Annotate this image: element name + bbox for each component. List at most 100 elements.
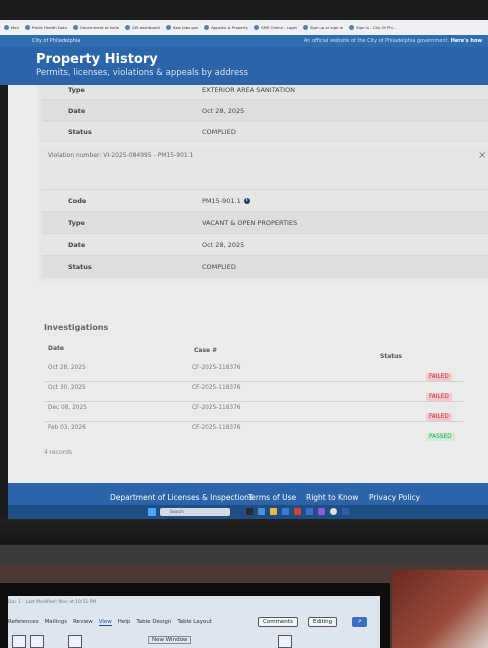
editing-button[interactable]: Editing	[308, 617, 338, 627]
bookmark[interactable]: Government of India	[72, 25, 119, 30]
table-row: Oct 28, 2025 CF-2025-118376 FAILED	[44, 361, 464, 382]
records-count: 4 records	[44, 449, 73, 456]
close-icon[interactable]: ×	[478, 150, 486, 161]
tab-review[interactable]: Review	[73, 619, 93, 626]
status-value: COMPLIED	[202, 263, 236, 271]
table-row: Oct 30, 2025 CF-2025-118376 FAILED	[44, 381, 464, 402]
bookmark-icon	[302, 25, 308, 30]
type-row: Type VACANT & OPEN PROPERTIES	[42, 211, 488, 234]
bookmark-icon	[24, 25, 30, 30]
edge-icon[interactable]	[258, 508, 265, 515]
bookmark[interactable]: Sign up or sign in	[302, 25, 343, 30]
footer-link-dept[interactable]: Department of Licenses & Inspections	[110, 493, 253, 502]
word-toolbar	[8, 632, 380, 648]
bookmark[interactable]: GMS Online - Login	[253, 25, 297, 30]
status-row: Status COMPLIED	[42, 255, 488, 278]
col-header-case[interactable]: Case #	[194, 347, 217, 354]
bookmark-icon	[4, 25, 9, 30]
status-badge: FAILED	[426, 413, 452, 421]
date-cell: Dec 08, 2025	[48, 405, 87, 411]
table-row: Dec 08, 2025 CF-2025-118376 FAILED	[44, 401, 464, 422]
status-label: Status	[68, 263, 92, 271]
desk-object	[392, 570, 488, 648]
bookmark-icon	[165, 25, 171, 30]
date-value: Oct 28, 2025	[202, 107, 245, 115]
type-row: Type EXTERIOR AREA SANITATION	[42, 79, 488, 101]
status-badge: FAILED	[426, 373, 452, 381]
web-layout-icon[interactable]	[30, 635, 44, 648]
col-header-status[interactable]: Status	[380, 353, 402, 360]
date-row: Date Oct 28, 2025	[42, 99, 488, 122]
tab-mailings[interactable]: Mailings	[45, 619, 68, 626]
word-icon[interactable]	[342, 508, 349, 515]
share-button[interactable]: ↗	[352, 617, 367, 627]
status-row: Status COMPLIED	[42, 120, 488, 143]
chrome-icon[interactable]	[330, 508, 337, 515]
tab-view[interactable]: View	[98, 619, 112, 626]
word-title: Doc 1 - Last Modified: Mon at 10:51 PM	[8, 600, 97, 605]
case-cell[interactable]: CF-2025-118376	[192, 405, 240, 411]
bookmark-icon	[349, 25, 355, 30]
status-badge: FAILED	[426, 393, 452, 401]
word-ribbon-tabs: References Mailings Review View Help Tab…	[8, 619, 212, 626]
type-value: EXTERIOR AREA SANITATION	[202, 86, 295, 94]
brand-link[interactable]: City of Philadelphia	[32, 38, 80, 44]
new-window-button[interactable]: New Window	[148, 636, 192, 644]
bookmark[interactable]: GIS dashboard	[124, 25, 160, 30]
official-site-strip: City of Philadelphia An official website…	[0, 35, 488, 47]
official-notice-link[interactable]: Here's how	[451, 38, 482, 44]
type-label: Type	[68, 219, 85, 227]
store-icon[interactable]	[282, 508, 289, 515]
date-cell: Oct 30, 2025	[48, 385, 86, 391]
outlook-icon[interactable]	[306, 508, 313, 515]
bookmark[interactable]: Mail	[4, 25, 19, 30]
bookmark[interactable]: Public Health Data	[24, 25, 67, 30]
code-label: Code	[68, 197, 87, 205]
case-cell[interactable]: CF-2025-118376	[192, 425, 240, 431]
monitor-stand	[0, 545, 488, 565]
app-icon[interactable]	[294, 508, 301, 515]
status-value: COMPLIED	[202, 128, 236, 136]
table-row: Feb 03, 2026 CF-2025-118376 PASSED	[44, 421, 464, 441]
window-icon[interactable]	[278, 635, 292, 648]
date-row: Date Oct 28, 2025	[42, 233, 488, 256]
page-subtitle: Permits, licenses, violations & appeals …	[36, 68, 249, 78]
case-cell[interactable]: CF-2025-118376	[192, 385, 240, 391]
bookmark[interactable]: New Jobs gov	[165, 25, 198, 30]
official-notice: An official website of the City of Phila…	[303, 38, 482, 44]
print-layout-icon[interactable]	[12, 635, 26, 648]
tab-table-design[interactable]: Table Design	[136, 619, 171, 626]
bookmarks-bar: Mail Public Health Data Government of In…	[0, 20, 488, 35]
violation-header[interactable]: Violation number: VI-2025-084995 - PM15-…	[48, 152, 193, 159]
type-value: VACANT & OPEN PROPERTIES	[202, 219, 298, 227]
tab-help[interactable]: Help	[118, 619, 131, 626]
page-title[interactable]: Property History	[36, 53, 488, 66]
code-row: Code PM15-901.1 i	[42, 189, 488, 212]
folder-icon[interactable]	[270, 508, 277, 515]
task-view-icon[interactable]	[246, 508, 253, 515]
teams-icon[interactable]	[318, 508, 325, 515]
date-value: Oct 28, 2025	[202, 241, 245, 249]
case-cell[interactable]: CF-2025-118376	[192, 365, 240, 371]
footer-link-terms[interactable]: Terms of Use	[248, 493, 296, 502]
taskbar-search[interactable]: Search	[160, 508, 230, 516]
comments-button[interactable]: Comments	[258, 617, 298, 627]
bookmark[interactable]: Sign in - City Of Phi...	[349, 25, 396, 30]
tab-references[interactable]: References	[8, 619, 39, 626]
word-window: Doc 1 - Last Modified: Mon at 10:51 PM R…	[8, 596, 380, 648]
bookmark[interactable]: Appeals & Property	[204, 25, 248, 30]
status-label: Status	[68, 128, 92, 136]
ruler-icon[interactable]	[68, 635, 82, 648]
col-header-date[interactable]: Date	[48, 345, 64, 352]
footer-link-right-to-know[interactable]: Right to Know	[306, 493, 358, 502]
code-value: PM15-901.1	[202, 197, 241, 205]
footer-link-privacy[interactable]: Privacy Policy	[369, 493, 420, 502]
windows-start-icon[interactable]	[148, 508, 156, 516]
date-label: Date	[68, 241, 86, 249]
bookmark-icon	[204, 25, 210, 30]
info-icon[interactable]: i	[243, 198, 250, 204]
bookmark-icon	[72, 25, 78, 30]
tab-table-layout[interactable]: Table Layout	[177, 619, 212, 626]
status-badge: PASSED	[426, 433, 455, 441]
investigations-title: Investigations	[44, 323, 109, 332]
